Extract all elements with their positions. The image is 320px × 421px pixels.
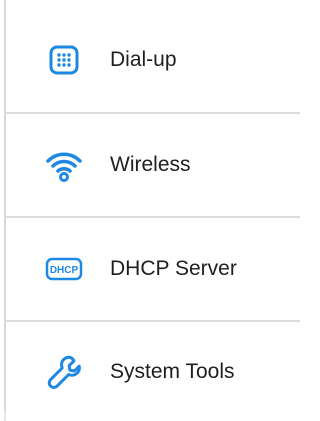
wifi-icon (44, 145, 84, 185)
dhcp-icon-text: DHCP (50, 265, 79, 276)
sidebar-menu: Dial-up Wireless DHCP DHCP Server System… (4, 0, 300, 421)
sidebar-item-wireless[interactable]: Wireless (6, 114, 300, 218)
sidebar-item-system-tools[interactable]: System Tools (6, 322, 300, 421)
menu-bottom-border (4, 411, 6, 421)
sidebar-item-label: System Tools (110, 359, 235, 383)
dialup-icon (44, 40, 84, 80)
wrench-icon (44, 352, 84, 392)
sidebar-item-dial-up[interactable]: Dial-up (6, 8, 300, 114)
dhcp-icon: DHCP (44, 249, 84, 289)
sidebar-item-label: Wireless (110, 153, 191, 176)
sidebar-item-dhcp-server[interactable]: DHCP DHCP Server (6, 218, 300, 322)
sidebar-item-label: DHCP Server (110, 257, 237, 280)
sidebar-item-label: Dial-up (110, 48, 177, 71)
